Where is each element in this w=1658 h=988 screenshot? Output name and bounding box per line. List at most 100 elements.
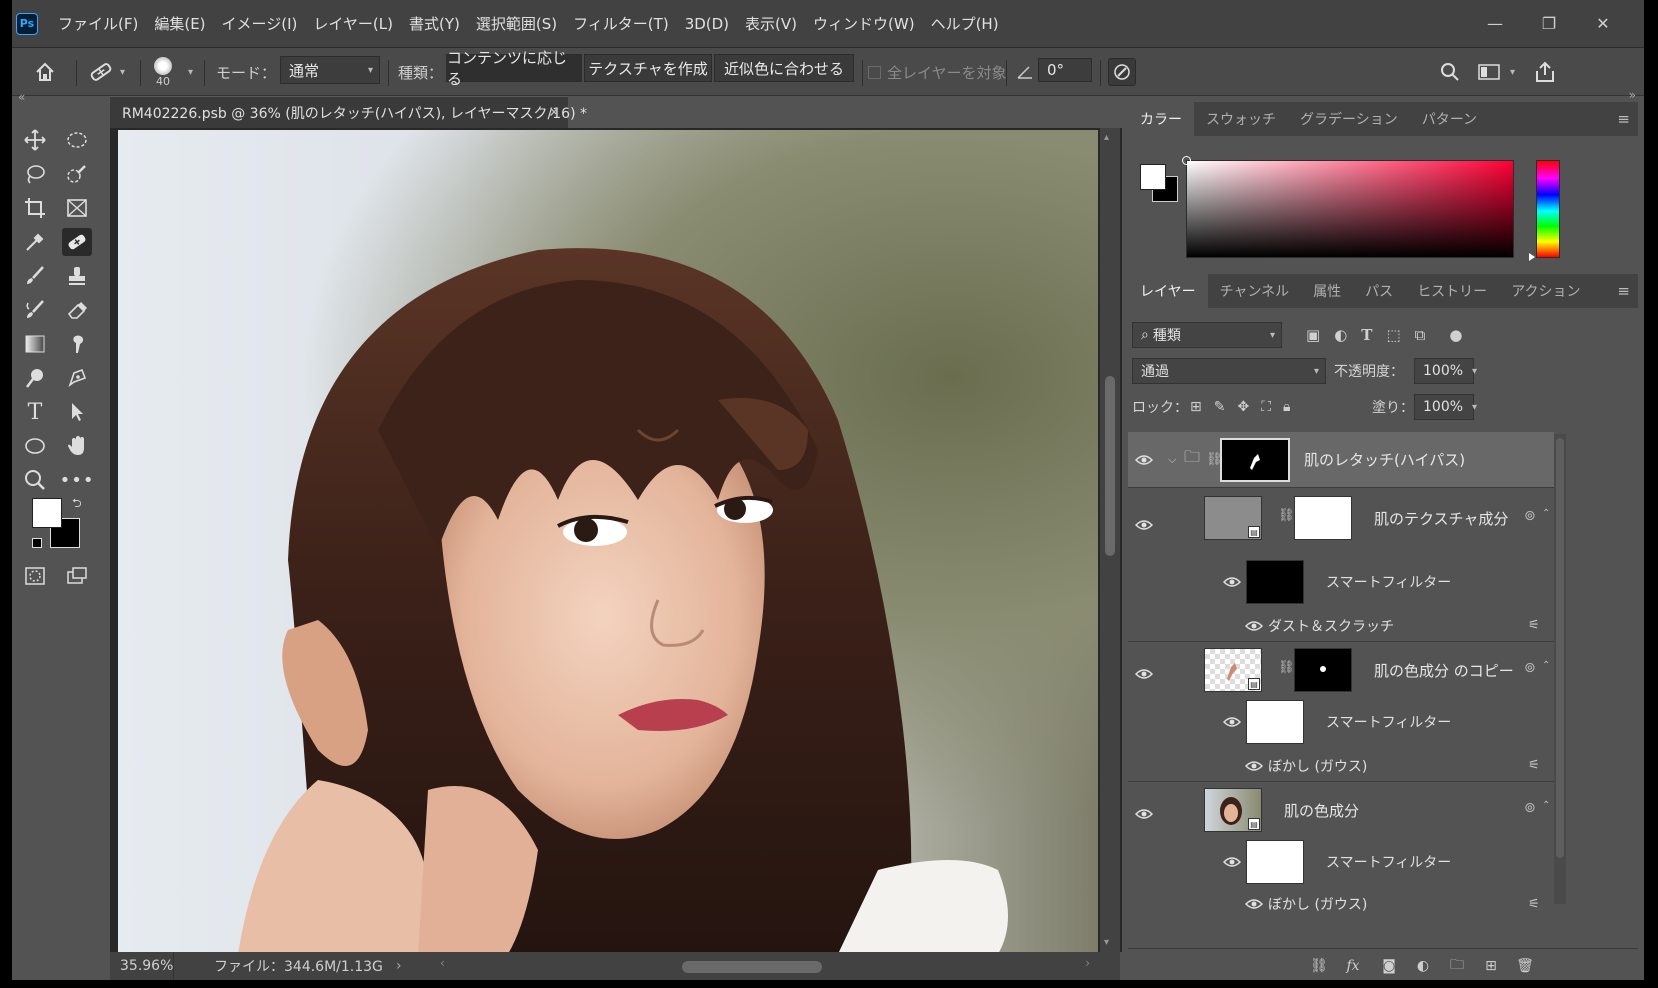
- filter-type-icon[interactable]: T: [1361, 326, 1372, 344]
- workspace-icon[interactable]: ▾: [1478, 48, 1515, 96]
- collapse-effects-icon[interactable]: ⌃: [1542, 660, 1550, 671]
- create-texture-button[interactable]: テクスチャを作成: [584, 54, 712, 82]
- tab-swatches[interactable]: スウォッチ: [1194, 102, 1288, 136]
- scroll-down-icon[interactable]: ▾: [1104, 937, 1109, 948]
- close-icon[interactable]: ✕: [1586, 8, 1620, 38]
- dodge-tool-icon[interactable]: [20, 364, 50, 392]
- menu-view[interactable]: 表示(V): [745, 13, 797, 34]
- hand-tool-icon[interactable]: [62, 432, 92, 460]
- restore-icon[interactable]: ❐: [1532, 8, 1566, 38]
- marquee-tool-icon[interactable]: [62, 126, 92, 154]
- tab-layers[interactable]: レイヤー: [1128, 274, 1208, 308]
- mode-dropdown[interactable]: 通常 ▾: [280, 56, 380, 84]
- filter-mask-thumbnail[interactable]: [1246, 840, 1304, 884]
- menu-edit[interactable]: 編集(E): [154, 13, 205, 34]
- color-panel-foreground-swatch[interactable]: [1140, 164, 1166, 190]
- collapse-toolbar-icon[interactable]: «: [18, 90, 25, 104]
- pressure-size-button[interactable]: [1108, 48, 1136, 96]
- visibility-eye-icon[interactable]: [1222, 575, 1242, 589]
- tab-paths[interactable]: パス: [1353, 274, 1405, 308]
- menu-3d[interactable]: 3D(D): [685, 15, 729, 33]
- filter-options-icon[interactable]: ⚟: [1528, 618, 1540, 633]
- panel-menu-icon[interactable]: ≡: [1617, 110, 1630, 128]
- tab-gradients[interactable]: グラデーション: [1288, 102, 1410, 136]
- swap-colors-icon[interactable]: ⮌: [72, 494, 82, 515]
- home-icon[interactable]: [34, 48, 56, 96]
- layer-mask-thumbnail[interactable]: [1294, 496, 1352, 540]
- scroll-up-icon[interactable]: ▴: [1104, 132, 1109, 143]
- eraser-tool-icon[interactable]: [62, 296, 92, 324]
- filter-options-icon[interactable]: ⚟: [1528, 897, 1540, 912]
- menu-window[interactable]: ウィンドウ(W): [813, 13, 915, 34]
- visibility-eye-icon[interactable]: [1134, 518, 1154, 532]
- trash-icon[interactable]: 🗑︎: [1514, 955, 1536, 977]
- scroll-right-icon[interactable]: ›: [1085, 956, 1090, 970]
- smart-filter-icon[interactable]: ⊚: [1524, 660, 1536, 676]
- visibility-eye-icon[interactable]: [1222, 715, 1242, 729]
- brush-size-caret-icon[interactable]: ▾: [188, 48, 193, 96]
- menu-image[interactable]: イメージ(I): [222, 13, 298, 34]
- zoom-tool-icon[interactable]: [20, 466, 50, 494]
- layer-row-texture[interactable]: ▤ ⛓︎ 肌のテクスチャ成分 ⊚ ⌃: [1128, 490, 1554, 560]
- collapse-panels-icon[interactable]: »: [1629, 88, 1636, 102]
- visibility-eye-icon[interactable]: [1134, 667, 1154, 681]
- tab-patterns[interactable]: パターン: [1410, 102, 1489, 136]
- smart-filter-row[interactable]: スマートフィルター: [1128, 692, 1554, 752]
- filter-toggle-icon[interactable]: ●: [1449, 326, 1462, 344]
- clone-stamp-tool-icon[interactable]: [62, 262, 92, 290]
- healing-brush-tool-icon[interactable]: [62, 228, 92, 256]
- vertical-scrollbar[interactable]: ▴ ▾: [1100, 128, 1120, 952]
- tab-history[interactable]: ヒストリー: [1405, 274, 1499, 308]
- document-tab[interactable]: RM402226.psb @ 36% (肌のレタッチ(ハイパス), レイヤーマス…: [110, 96, 587, 128]
- fill-input[interactable]: 100%: [1414, 394, 1474, 420]
- tab-channels[interactable]: チャンネル: [1208, 274, 1302, 308]
- quick-selection-tool-icon[interactable]: [62, 160, 92, 188]
- menu-layer[interactable]: レイヤー(L): [313, 13, 393, 34]
- filter-shape-icon[interactable]: ⬚: [1386, 326, 1400, 344]
- proximity-match-button[interactable]: 近似色に合わせる: [714, 54, 854, 82]
- minimize-icon[interactable]: —: [1478, 8, 1512, 38]
- lock-artboard-icon[interactable]: ⛶: [1261, 399, 1271, 415]
- tab-color[interactable]: カラー: [1128, 102, 1194, 136]
- menu-file[interactable]: ファイル(F): [58, 13, 138, 34]
- collapse-effects-icon[interactable]: ⌃: [1542, 800, 1550, 811]
- menu-filter[interactable]: フィルター(T): [573, 13, 669, 34]
- vertical-scroll-thumb[interactable]: [1105, 376, 1115, 556]
- crop-tool-icon[interactable]: [20, 194, 50, 222]
- spot-healing-brush-icon[interactable]: ▾: [88, 48, 125, 96]
- add-mask-icon[interactable]: ◙: [1378, 955, 1400, 977]
- layers-panel-menu-icon[interactable]: ≡: [1617, 282, 1630, 300]
- quick-mask-icon[interactable]: [20, 562, 50, 590]
- visibility-eye-icon[interactable]: [1134, 453, 1154, 467]
- document-canvas[interactable]: [118, 130, 1098, 954]
- sample-all-layers-checkbox[interactable]: 全レイヤーを対象: [868, 48, 1007, 96]
- group-expand-chevron-icon[interactable]: ⌵: [1168, 453, 1176, 467]
- filter-smart-object-icon[interactable]: ⧉: [1415, 326, 1426, 344]
- layer-mask-thumbnail[interactable]: [1294, 648, 1352, 692]
- eyedropper-tool-icon[interactable]: [20, 228, 50, 256]
- horizontal-scroll-thumb[interactable]: [682, 961, 822, 973]
- angle-input[interactable]: 0°: [1038, 58, 1092, 82]
- new-layer-icon[interactable]: ⊞: [1480, 955, 1502, 977]
- visibility-eye-icon[interactable]: [1244, 759, 1264, 773]
- more-tools-icon[interactable]: •••: [60, 466, 94, 494]
- fx-icon[interactable]: fx: [1342, 955, 1364, 977]
- ellipse-tool-icon[interactable]: [20, 432, 50, 460]
- scroll-left-icon[interactable]: ‹: [440, 956, 445, 970]
- filter-options-icon[interactable]: ⚟: [1528, 758, 1540, 773]
- horizontal-scrollbar[interactable]: ‹ ›: [440, 956, 1090, 974]
- lasso-tool-icon[interactable]: [20, 160, 50, 188]
- lock-transparency-icon[interactable]: ⊞: [1190, 399, 1202, 415]
- tab-properties[interactable]: 属性: [1301, 274, 1353, 308]
- share-icon[interactable]: [1534, 48, 1556, 96]
- type-tool-icon[interactable]: T: [20, 398, 50, 426]
- filter-row-dust[interactable]: ダスト＆スクラッチ ⚟: [1128, 610, 1554, 642]
- opacity-input[interactable]: 100%: [1414, 358, 1474, 384]
- menu-type[interactable]: 書式(Y): [409, 13, 460, 34]
- layer-mask-thumbnail[interactable]: [1220, 438, 1290, 482]
- visibility-eye-icon[interactable]: [1244, 619, 1264, 633]
- smart-filter-row[interactable]: スマートフィルター: [1128, 832, 1554, 892]
- layer-filter-dropdown[interactable]: ⌕ 種類 ▾: [1132, 322, 1282, 348]
- filter-row-gaussian[interactable]: ぼかし (ガウス) ⚟: [1128, 888, 1554, 920]
- zoom-level[interactable]: 35.96%: [110, 952, 174, 980]
